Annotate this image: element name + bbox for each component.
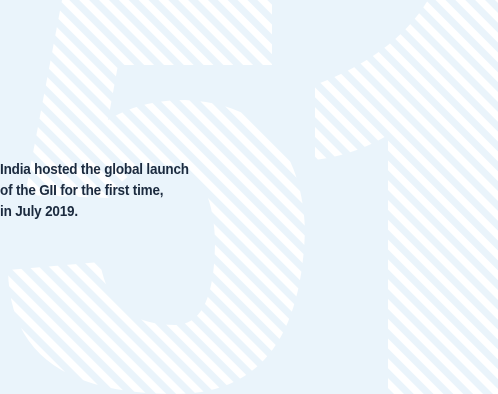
caption-text: India hosted the global launch of the GI… xyxy=(0,159,234,222)
caption-line: in July 2019. xyxy=(0,203,78,220)
caption-line: of the GII for the first time, xyxy=(0,182,164,199)
caption-line: India hosted the global launch xyxy=(0,161,189,178)
